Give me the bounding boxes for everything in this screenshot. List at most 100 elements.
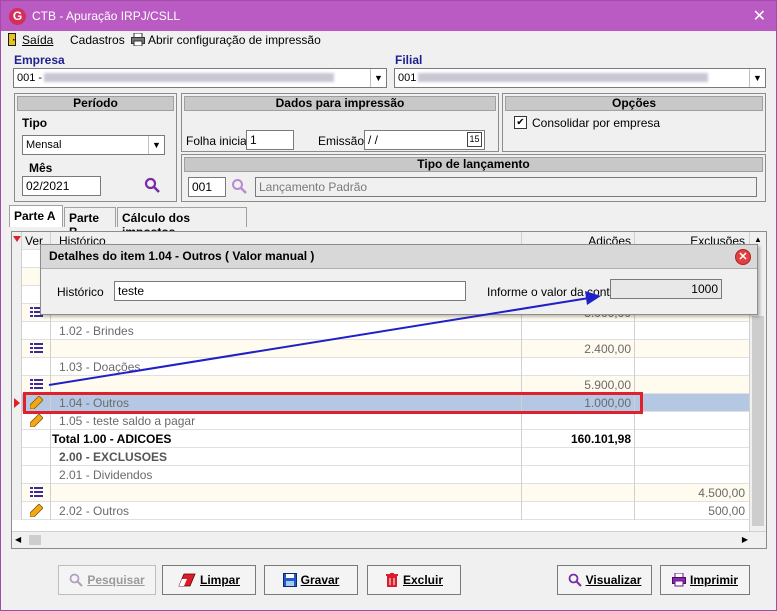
redacted-text <box>44 73 335 82</box>
empresa-select[interactable]: 001 - ▼ <box>13 68 387 88</box>
row-exclusoes: 500,00 <box>708 504 745 518</box>
table-row[interactable]: 1.05 - teste saldo a pagar <box>12 412 752 430</box>
table-row[interactable]: 2.02 - Outros 500,00 <box>12 502 752 520</box>
gravar-label: Gravar <box>300 573 340 587</box>
close-window-icon[interactable]: ✕ <box>753 6 766 26</box>
search-icon[interactable] <box>231 178 248 195</box>
scroll-right-icon[interactable]: ▶ <box>742 535 748 544</box>
tipo-lancamento-title: Tipo de lançamento <box>184 157 763 172</box>
calendar-icon[interactable]: 15 <box>467 132 482 147</box>
chevron-down-icon[interactable]: ▼ <box>148 136 164 154</box>
excluir-button[interactable]: Excluir <box>367 565 461 595</box>
folha-inicial-label: Folha inicial <box>186 134 250 148</box>
table-row[interactable]: 4.500,00 <box>12 484 752 502</box>
document-lines-icon[interactable] <box>29 378 43 391</box>
close-icon[interactable]: ✕ <box>735 249 751 265</box>
row-historico: 2.00 - EXCLUSOES <box>51 448 522 466</box>
imprimir-label: Imprimir <box>689 573 738 587</box>
table-row[interactable]: 2.00 - EXCLUSOES <box>12 448 752 466</box>
opcoes-title: Opções <box>505 96 763 111</box>
scroll-thumb[interactable] <box>29 535 41 545</box>
lancamento-desc-field: Lançamento Padrão <box>255 177 757 197</box>
tipo-value: Mensal <box>26 139 62 151</box>
document-lines-icon[interactable] <box>29 486 43 499</box>
folha-inicial-input[interactable]: 1 <box>246 130 294 150</box>
row-adicoes: 160.101,98 <box>522 430 635 448</box>
title-bar: G CTB - Apuração IRPJ/CSLL ✕ <box>1 1 776 31</box>
empresa-label: Empresa <box>14 53 65 67</box>
menu-exit[interactable]: Saída <box>7 33 53 47</box>
tab-parte-a[interactable]: Parte A <box>9 205 63 227</box>
app-logo-icon: G <box>9 8 26 25</box>
consolidar-label: Consolidar por empresa <box>532 116 661 130</box>
printer-icon <box>131 33 145 46</box>
tab-parte-b[interactable]: Parte B <box>64 207 116 239</box>
eraser-icon <box>178 573 196 587</box>
row-adicoes <box>522 502 635 520</box>
menu-registers[interactable]: Cadastros <box>70 33 125 47</box>
search-icon <box>69 573 84 587</box>
tab-calculo-impostos[interactable]: Cálculo dos impostos <box>117 207 247 239</box>
document-lines-icon[interactable] <box>29 342 43 355</box>
excluir-label: Excluir <box>402 573 444 587</box>
highlight-box <box>23 392 643 414</box>
gravar-button[interactable]: Gravar <box>264 565 358 595</box>
periodo-title: Período <box>17 96 174 111</box>
row-historico: 2.01 - Dividendos <box>51 466 522 484</box>
pencil-icon[interactable] <box>29 414 43 427</box>
chevron-down-icon[interactable]: ▼ <box>370 69 386 87</box>
app-window: G CTB - Apuração IRPJ/CSLL ✕ Saída Cadas… <box>0 0 777 611</box>
table-row[interactable]: 2.01 - Dividendos <box>12 466 752 484</box>
row-exclusoes <box>635 448 748 466</box>
exit-door-icon <box>8 33 16 46</box>
tipo-lancamento-group: Tipo de lançamento 001 Lançamento Padrão <box>181 154 766 202</box>
periodo-group: Período Tipo Mensal ▼ Mês 02/2021 <box>14 93 177 202</box>
limpar-label: Limpar <box>199 573 240 587</box>
row-adicoes <box>522 466 635 484</box>
limpar-button[interactable]: Limpar <box>162 565 256 595</box>
menu-print-config-label: Abrir configuração de impressão <box>148 33 321 47</box>
visualizar-label: Visualizar <box>585 573 642 587</box>
scroll-thumb[interactable] <box>752 316 764 526</box>
pencil-icon[interactable] <box>29 504 43 517</box>
chevron-down-icon[interactable]: ▼ <box>749 69 765 87</box>
row-historico: 2.02 - Outros <box>51 502 522 520</box>
window-title: CTB - Apuração IRPJ/CSLL <box>32 9 181 23</box>
row-exclusoes <box>635 412 748 430</box>
menu-registers-label: Cadastros <box>70 33 125 47</box>
row-historico: 1.05 - teste saldo a pagar <box>51 412 522 430</box>
horizontal-scrollbar[interactable]: ◀ ▶ <box>12 531 766 548</box>
scroll-up-icon[interactable]: ▲ <box>750 232 766 244</box>
filial-select[interactable]: 001 ▼ <box>394 68 766 88</box>
imprimir-button[interactable]: Imprimir <box>660 565 750 595</box>
emissao-value: / / <box>368 133 379 147</box>
row-exclusoes <box>635 376 748 394</box>
row-adicoes <box>522 484 635 502</box>
dados-impressao-title: Dados para impressão <box>184 96 496 111</box>
pesquisar-button[interactable]: Pesquisar <box>58 565 156 595</box>
search-icon[interactable] <box>144 177 161 194</box>
consolidar-checkbox[interactable]: ✔ <box>514 116 527 129</box>
row-exclusoes <box>635 340 748 358</box>
current-row-arrow-icon <box>14 398 20 408</box>
emissao-input[interactable]: / / 15 <box>364 130 485 150</box>
table-row[interactable]: Total 1.00 - ADICOES 160.101,98 <box>12 430 752 448</box>
row-exclusoes <box>635 394 748 412</box>
popup-valor-input[interactable]: 1000 <box>610 279 722 299</box>
row-indicator-header <box>12 232 22 250</box>
filial-value: 001 <box>398 72 417 84</box>
save-icon <box>282 573 297 587</box>
row-exclusoes: 4.500,00 <box>698 486 745 500</box>
mes-input[interactable]: 02/2021 <box>22 176 101 196</box>
menu-print-config[interactable]: Abrir configuração de impressão <box>131 33 321 47</box>
mes-label: Mês <box>29 161 53 175</box>
scroll-left-icon[interactable]: ◀ <box>15 535 21 544</box>
lancamento-code-input[interactable]: 001 <box>188 177 226 197</box>
row-exclusoes <box>635 430 748 448</box>
sort-arrow-icon <box>13 236 21 242</box>
tipo-select[interactable]: Mensal ▼ <box>22 135 165 155</box>
printer-icon <box>671 573 686 587</box>
visualizar-button[interactable]: Visualizar <box>557 565 652 595</box>
row-historico: Total 1.00 - ADICOES <box>51 430 522 448</box>
pesquisar-label: Pesquisar <box>87 573 145 587</box>
